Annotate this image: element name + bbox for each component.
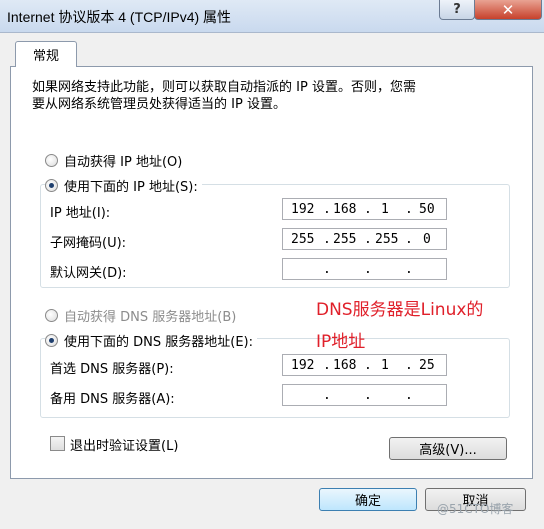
- ip-address-field[interactable]: 192 . 168 . 1 . 50: [282, 198, 447, 220]
- alternate-dns-label: 备用 DNS 服务器(A):: [50, 392, 175, 407]
- ip-dot: .: [323, 388, 331, 403]
- ip-dot: .: [364, 358, 372, 373]
- manual-dns-label: 使用下面的 DNS 服务器地址(E):: [64, 335, 253, 350]
- help-icon: ?: [453, 2, 461, 17]
- close-icon: ✕: [501, 0, 515, 19]
- gateway-label: 默认网关(D):: [50, 266, 127, 281]
- help-button[interactable]: ?: [439, 0, 475, 20]
- description-line-1: 如果网络支持此功能，则可以获取自动指派的 IP 设置。否则，您需: [32, 80, 416, 95]
- ip-octet-4: 50: [419, 202, 435, 217]
- auto-dns-option[interactable]: 自动获得 DNS 服务器地址(B): [45, 306, 241, 325]
- ok-button-label: 确定: [354, 494, 381, 509]
- ip-dot: .: [405, 262, 413, 277]
- title-bar: Internet 协议版本 4 (TCP/IPv4) 属性 ? ✕: [0, 0, 544, 33]
- manual-ip-label: 使用下面的 IP 地址(S):: [64, 180, 198, 195]
- ip-address-label: IP 地址(I):: [50, 206, 111, 221]
- manual-ip-option[interactable]: 使用下面的 IP 地址(S):: [45, 176, 202, 195]
- advanced-button-label: 高级(V)...: [419, 443, 477, 458]
- auto-dns-label: 自动获得 DNS 服务器地址(B): [64, 310, 237, 325]
- description-line-2: 要从网络系统管理员处获得适当的 IP 设置。: [32, 97, 286, 112]
- annotation-line-2: IP地址: [316, 332, 366, 352]
- validate-checkbox[interactable]: [50, 436, 65, 451]
- subnet-mask-field[interactable]: 255 . 255 . 255 . 0: [282, 228, 447, 250]
- dns-octet-4: 25: [419, 358, 435, 373]
- ok-button[interactable]: 确定: [319, 488, 417, 511]
- ip-dot: .: [405, 388, 413, 403]
- ip-dot: .: [405, 358, 413, 373]
- tab-general-label: 常规: [32, 49, 59, 64]
- ip-dot: .: [405, 202, 413, 217]
- ip-dot: .: [405, 232, 413, 247]
- auto-dns-radio[interactable]: [45, 309, 58, 322]
- ip-octet-1: 192: [291, 202, 315, 217]
- ip-dot: .: [364, 232, 372, 247]
- ip-dot: .: [364, 388, 372, 403]
- ip-dot: .: [323, 202, 331, 217]
- alternate-dns-field[interactable]: . . .: [282, 384, 447, 406]
- ip-dot: .: [323, 358, 331, 373]
- annotation-line-1: DNS服务器是Linux的: [316, 300, 484, 320]
- manual-ip-radio[interactable]: [45, 179, 58, 192]
- tab-general[interactable]: 常规: [15, 41, 77, 67]
- auto-ip-label: 自动获得 IP 地址(O): [64, 155, 183, 170]
- ip-dot: .: [364, 202, 372, 217]
- auto-ip-option[interactable]: 自动获得 IP 地址(O): [45, 151, 187, 170]
- description: 如果网络支持此功能，则可以获取自动指派的 IP 设置。否则，您需 要从网络系统管…: [32, 79, 522, 113]
- validate-checkbox-label: 退出时验证设置(L): [70, 439, 179, 454]
- ip-dot: .: [364, 262, 372, 277]
- preferred-dns-label: 首选 DNS 服务器(P):: [50, 362, 174, 377]
- ip-dot: .: [323, 262, 331, 277]
- manual-dns-option[interactable]: 使用下面的 DNS 服务器地址(E):: [45, 331, 257, 350]
- auto-ip-radio[interactable]: [45, 154, 58, 167]
- gateway-field[interactable]: . . .: [282, 258, 447, 280]
- watermark: @51CTO博客: [437, 502, 514, 516]
- mask-octet-4: 0: [423, 232, 431, 247]
- dns-octet-1: 192: [291, 358, 315, 373]
- window-title: Internet 协议版本 4 (TCP/IPv4) 属性: [7, 9, 232, 25]
- ip-dot: .: [323, 232, 331, 247]
- mask-octet-1: 255: [291, 232, 315, 247]
- subnet-mask-label: 子网掩码(U):: [50, 236, 127, 251]
- advanced-button[interactable]: 高级(V)...: [389, 437, 507, 460]
- manual-dns-radio[interactable]: [45, 334, 58, 347]
- close-button[interactable]: ✕: [474, 0, 542, 20]
- preferred-dns-field[interactable]: 192 . 168 . 1 . 25: [282, 354, 447, 376]
